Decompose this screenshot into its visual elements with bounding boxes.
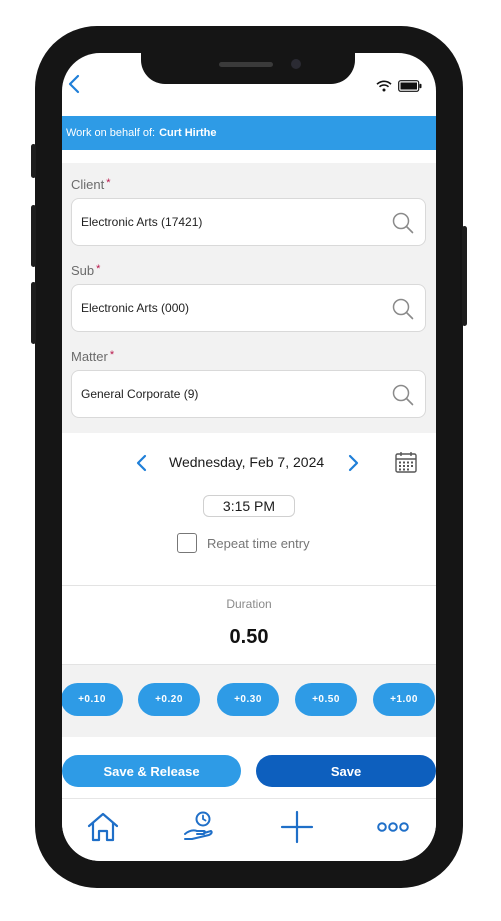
sub-field[interactable]: Electronic Arts (000) [71, 284, 426, 332]
on-behalf-banner: Work on behalf of: Curt Hirthe [62, 116, 436, 150]
home-icon[interactable] [78, 807, 128, 847]
matter-field[interactable]: General Corporate (9) [71, 370, 426, 418]
duration-label: Duration [226, 597, 272, 611]
calendar-icon[interactable] [395, 451, 417, 478]
sub-label-text: Sub [71, 263, 95, 278]
camera [291, 59, 301, 69]
screen: Work on behalf of: Curt Hirthe Client * E… [62, 53, 436, 861]
more-icon[interactable] [368, 807, 418, 847]
required-mark: * [106, 177, 111, 189]
duration-value[interactable]: 0.50 [62, 626, 436, 649]
repeat-checkbox[interactable] [177, 533, 197, 553]
client-value: Electronic Arts (17421) [81, 215, 203, 229]
required-mark: * [109, 349, 115, 361]
divider [62, 585, 436, 586]
mute-switch [31, 144, 36, 178]
banner-prefix: Work on behalf of: [66, 127, 156, 139]
timer-hand-icon[interactable] [175, 807, 225, 847]
power-button [462, 226, 467, 326]
repeat-entry-row[interactable]: Repeat time entry [177, 533, 310, 553]
client-label-text: Client [71, 177, 105, 192]
save-button[interactable]: Save [256, 755, 436, 787]
sub-value: Electronic Arts (000) [81, 301, 190, 315]
plus-icon[interactable] [272, 807, 322, 847]
sub-label: Sub * [71, 263, 100, 278]
volume-up-button [31, 205, 36, 267]
notch [141, 52, 355, 84]
increment-button-0-50[interactable]: +0.50 [295, 683, 357, 716]
chevron-left-icon[interactable] [135, 452, 149, 479]
save-and-release-button[interactable]: Save & Release [62, 755, 241, 787]
chevron-right-icon[interactable] [346, 452, 360, 479]
wifi-icon [376, 79, 392, 97]
increment-button-0-10[interactable]: +0.10 [62, 683, 123, 716]
increment-button-1-00[interactable]: +1.00 [373, 683, 435, 716]
chevron-left-icon[interactable] [66, 73, 84, 95]
bottom-nav [62, 798, 436, 861]
date-text: Wednesday, Feb 7, 2024 [169, 454, 325, 470]
search-icon[interactable] [391, 383, 415, 410]
banner-user-name: Curt Hirthe [159, 127, 217, 139]
increment-button-0-20[interactable]: +0.20 [138, 683, 200, 716]
volume-down-button [31, 282, 36, 344]
increment-button-0-30[interactable]: +0.30 [217, 683, 279, 716]
time-picker[interactable]: 3:15 PM [203, 495, 295, 517]
matter-value: General Corporate (9) [81, 387, 199, 401]
date-row: Wednesday, Feb 7, 2024 [62, 451, 436, 475]
battery-icon [398, 79, 422, 97]
required-mark: * [96, 263, 101, 275]
matter-label: Matter * [71, 349, 114, 364]
search-icon[interactable] [391, 211, 415, 238]
matter-label-text: Matter [71, 349, 108, 364]
client-label: Client * [71, 177, 111, 192]
status-icons [376, 79, 422, 97]
client-field[interactable]: Electronic Arts (17421) [71, 198, 426, 246]
search-icon[interactable] [391, 297, 415, 324]
repeat-label: Repeat time entry [207, 535, 310, 551]
speaker [219, 62, 273, 67]
